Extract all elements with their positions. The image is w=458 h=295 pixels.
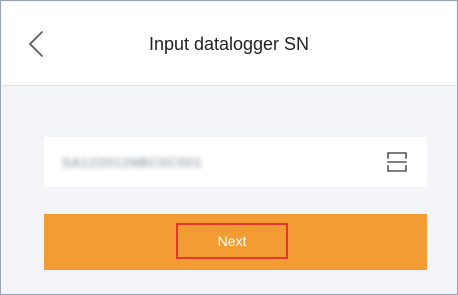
header-bar: Input datalogger SN bbox=[2, 2, 456, 86]
page-title: Input datalogger SN bbox=[148, 33, 310, 54]
sn-value: SA1220129BC0C001 bbox=[62, 154, 203, 170]
next-button-highlight: Next bbox=[176, 223, 288, 259]
app-screen: Input datalogger SN SA1220129BC0C001 Nex… bbox=[0, 0, 458, 295]
scan-button[interactable] bbox=[385, 150, 409, 174]
next-button[interactable]: Next bbox=[44, 214, 427, 270]
next-button-label: Next bbox=[217, 233, 247, 249]
scan-icon bbox=[387, 152, 407, 172]
sn-input[interactable]: SA1220129BC0C001 bbox=[44, 137, 427, 187]
